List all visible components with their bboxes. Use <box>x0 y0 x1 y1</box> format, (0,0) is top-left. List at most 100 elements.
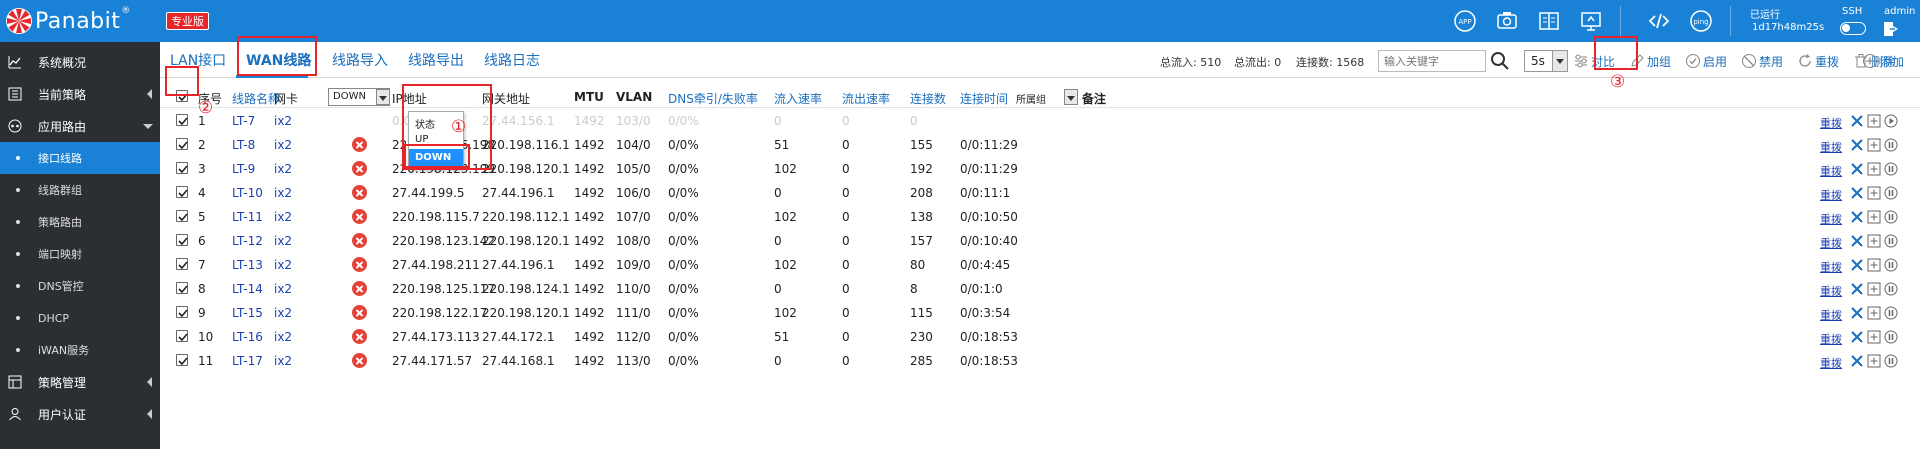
sidebar-item-current-policy[interactable]: 当前策略 <box>0 78 160 110</box>
sidebar-subitem-dhcp[interactable]: DHCP <box>0 302 160 334</box>
pause-icon[interactable] <box>1884 138 1898 152</box>
pause-icon[interactable] <box>1884 162 1898 176</box>
pause-icon[interactable] <box>1884 210 1898 224</box>
table-row[interactable]: 10 LT-16 ix2 27.44.173.113 27.44.172.1 1492 11… <box>160 325 1920 349</box>
cell-nic[interactable]: ix2 <box>274 258 292 272</box>
row-redial-link[interactable]: 重拨 <box>1820 211 1842 227</box>
sidebar-subitem-interface-lines[interactable]: 接口线路 <box>0 142 160 174</box>
row-redial-link[interactable]: 重拨 <box>1820 139 1842 155</box>
row-redial-link[interactable]: 重拨 <box>1820 307 1842 323</box>
table-row[interactable]: 9 LT-15 ix2 220.198.122.17 220.198.120.1 1492… <box>160 301 1920 325</box>
pause-icon[interactable] <box>1884 306 1898 320</box>
header-conn-time[interactable]: 连接时间 <box>960 90 1008 107</box>
delete-row-icon[interactable] <box>1850 354 1864 368</box>
row-redial-link[interactable]: 重拨 <box>1820 283 1842 299</box>
delete-row-icon[interactable] <box>1850 162 1864 176</box>
pause-icon[interactable] <box>1884 354 1898 368</box>
cell-nic[interactable]: ix2 <box>274 282 292 296</box>
header-line-name[interactable]: 线路名称 <box>232 90 280 107</box>
pause-icon[interactable] <box>1884 186 1898 200</box>
add-row-group-icon[interactable] <box>1867 234 1881 248</box>
table-row[interactable]: 4 LT-10 ix2 27.44.199.5 27.44.196.1 1492 106/0… <box>160 181 1920 205</box>
cell-line-name[interactable]: LT-16 <box>232 330 263 344</box>
cell-line-name[interactable]: LT-12 <box>232 234 263 248</box>
cell-line-name[interactable]: LT-13 <box>232 258 263 272</box>
cell-line-name[interactable]: LT-9 <box>232 162 255 176</box>
cell-nic[interactable]: ix2 <box>274 330 292 344</box>
sidebar-item-policy-management[interactable]: 策略管理 <box>0 366 160 398</box>
cell-nic[interactable]: ix2 <box>274 138 292 152</box>
row-checkbox[interactable] <box>176 306 188 318</box>
search-icon[interactable] <box>1489 51 1511 71</box>
delete-row-icon[interactable] <box>1850 306 1864 320</box>
sidebar-subitem-policy-routing[interactable]: 策略路由 <box>0 206 160 238</box>
cell-nic[interactable]: ix2 <box>274 210 292 224</box>
app-icon[interactable]: APP <box>1452 8 1478 34</box>
delete-row-icon[interactable] <box>1850 330 1864 344</box>
add-row-button[interactable]: 添加 <box>1862 52 1904 70</box>
header-out-rate[interactable]: 流出速率 <box>842 90 890 107</box>
table-row[interactable]: 6 LT-12 ix2 220.198.123.142 220.198.120.1 149… <box>160 229 1920 253</box>
log-icon[interactable] <box>1536 8 1562 34</box>
cell-nic[interactable]: ix2 <box>274 162 292 176</box>
tab-line-log[interactable]: 线路日志 <box>484 50 540 70</box>
row-checkbox[interactable] <box>176 282 188 294</box>
row-redial-link[interactable]: 重拨 <box>1820 235 1842 251</box>
sidebar-item-system-overview[interactable]: 系统概况 <box>0 46 160 78</box>
cell-nic[interactable]: ix2 <box>274 306 292 320</box>
cell-nic[interactable]: ix2 <box>274 114 292 128</box>
table-row[interactable]: 7 LT-13 ix2 27.44.198.211 27.44.196.1 1492 109… <box>160 253 1920 277</box>
code-icon[interactable] <box>1646 8 1672 34</box>
cell-nic[interactable]: ix2 <box>274 354 292 368</box>
monitor-icon[interactable] <box>1578 8 1604 34</box>
add-row-group-icon[interactable] <box>1867 138 1881 152</box>
user-label[interactable]: admin <box>1884 6 1915 17</box>
add-row-group-icon[interactable] <box>1867 306 1881 320</box>
row-redial-link[interactable]: 重拨 <box>1820 259 1842 275</box>
pause-icon[interactable] <box>1884 282 1898 296</box>
header-dns[interactable]: DNS牵引/失败率 <box>668 90 758 107</box>
pause-icon[interactable] <box>1884 234 1898 248</box>
cell-nic[interactable]: ix2 <box>274 234 292 248</box>
add-row-group-icon[interactable] <box>1867 258 1881 272</box>
cell-line-name[interactable]: LT-11 <box>232 210 263 224</box>
row-redial-link[interactable]: 重拨 <box>1820 115 1842 131</box>
tab-line-import[interactable]: 线路导入 <box>332 50 388 70</box>
row-checkbox[interactable] <box>176 354 188 366</box>
row-checkbox[interactable] <box>176 210 188 222</box>
row-redial-link[interactable]: 重拨 <box>1820 163 1842 179</box>
sidebar-subitem-port-mapping[interactable]: 端口映射 <box>0 238 160 270</box>
delete-row-icon[interactable] <box>1850 138 1864 152</box>
pause-icon[interactable] <box>1884 330 1898 344</box>
sidebar-subitem-dns-control[interactable]: DNS管控 <box>0 270 160 302</box>
delete-row-icon[interactable] <box>1850 210 1864 224</box>
play-icon[interactable] <box>1884 114 1898 128</box>
group-filter-dropdown[interactable] <box>1064 89 1078 105</box>
logout-icon[interactable] <box>1880 18 1902 40</box>
row-checkbox[interactable] <box>176 258 188 270</box>
delete-row-icon[interactable] <box>1850 258 1864 272</box>
add-row-group-icon[interactable] <box>1867 330 1881 344</box>
cell-line-name[interactable]: LT-15 <box>232 306 263 320</box>
pause-icon[interactable] <box>1884 258 1898 272</box>
row-checkbox[interactable] <box>176 162 188 174</box>
table-row[interactable]: 5 LT-11 ix2 220.198.115.7 220.198.112.1 1492 1… <box>160 205 1920 229</box>
chevron-down-icon[interactable] <box>376 89 390 105</box>
capture-icon[interactable] <box>1494 8 1520 34</box>
cell-line-name[interactable]: LT-8 <box>232 138 255 152</box>
header-conns[interactable]: 连接数 <box>910 90 946 107</box>
add-row-group-icon[interactable] <box>1867 186 1881 200</box>
add-row-group-icon[interactable] <box>1867 162 1881 176</box>
redial-button[interactable]: 重拨 <box>1797 52 1839 70</box>
header-in-rate[interactable]: 流入速率 <box>774 90 822 107</box>
row-checkbox[interactable] <box>176 186 188 198</box>
add-row-group-icon[interactable] <box>1867 210 1881 224</box>
cell-line-name[interactable]: LT-14 <box>232 282 263 296</box>
add-row-group-icon[interactable] <box>1867 282 1881 296</box>
ping-icon[interactable]: ping <box>1688 8 1714 34</box>
sidebar-subitem-iwan-service[interactable]: iWAN服务 <box>0 334 160 366</box>
tab-line-export[interactable]: 线路导出 <box>408 50 464 70</box>
row-redial-link[interactable]: 重拨 <box>1820 331 1842 347</box>
delete-row-icon[interactable] <box>1850 282 1864 296</box>
delete-row-icon[interactable] <box>1850 186 1864 200</box>
